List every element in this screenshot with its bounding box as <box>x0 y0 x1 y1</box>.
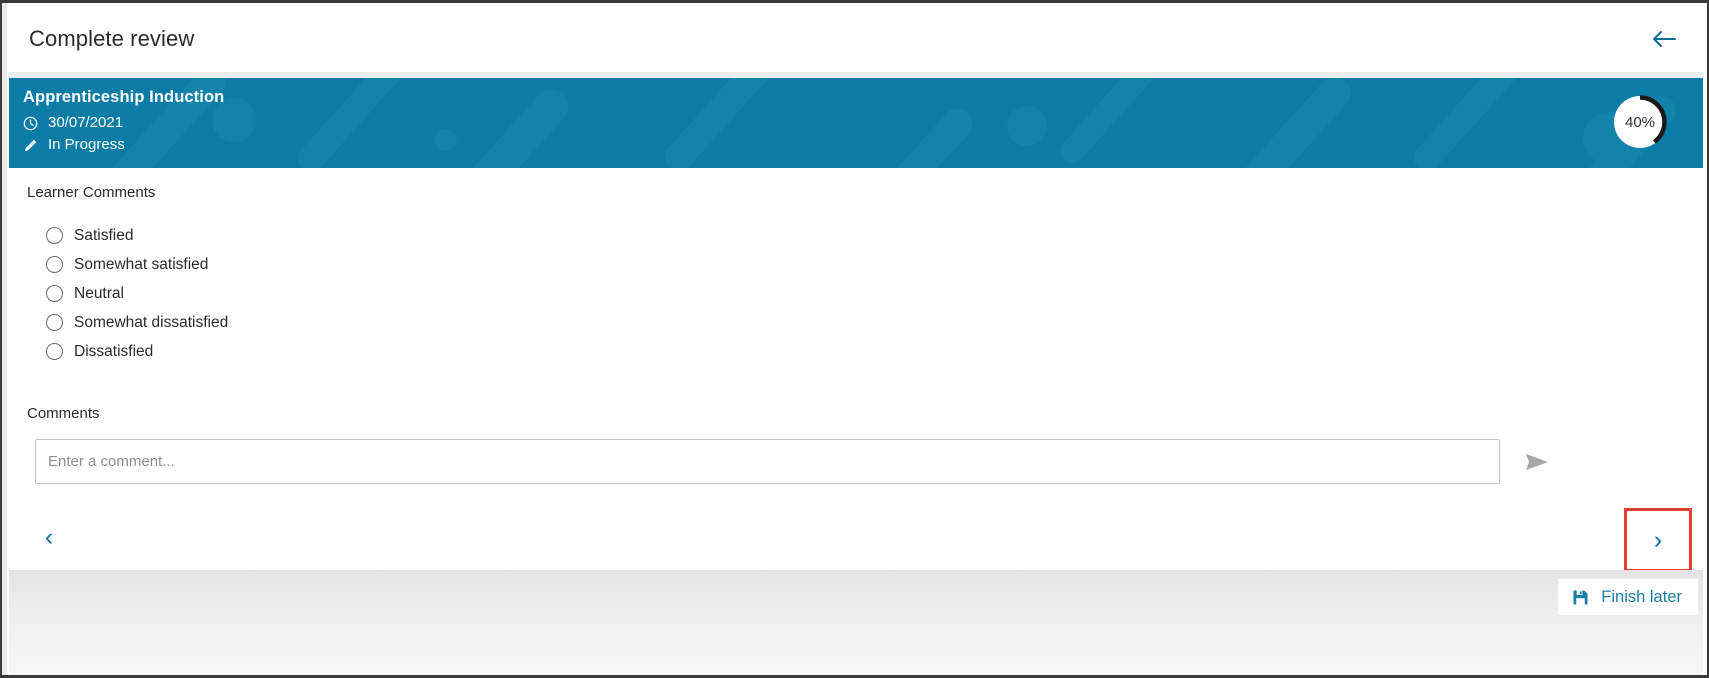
radio-option-label: Dissatisfied <box>74 342 154 360</box>
radio-option[interactable]: Dissatisfied <box>46 337 1703 366</box>
page-title: Complete review <box>29 25 195 51</box>
progress-ring: 40% <box>1612 94 1668 150</box>
radio-circle-icon[interactable] <box>46 256 63 273</box>
banner-date-row: 30/07/2021 <box>23 114 1703 133</box>
app-viewport: Complete review Apprenticeship Induction… <box>0 0 1709 678</box>
next-page-button[interactable]: › <box>1624 508 1692 572</box>
page-footer: Finish later <box>9 570 1703 675</box>
arrow-left-icon[interactable] <box>1647 22 1681 56</box>
banner-status: In Progress <box>48 135 125 153</box>
pencil-icon <box>23 138 45 153</box>
previous-page-button[interactable]: ‹ <box>35 520 63 554</box>
window-border-bottom <box>0 674 1709 678</box>
window-border-right <box>1705 0 1709 678</box>
course-banner: Apprenticeship Induction 30/07/2021 In P… <box>9 78 1703 168</box>
radio-option[interactable]: Neutral <box>46 279 1703 308</box>
learner-comments-label: Learner Comments <box>27 184 156 201</box>
satisfaction-radio-group: Satisfied Somewhat satisfied Neutral Som… <box>9 221 1703 366</box>
finish-later-label: Finish later <box>1601 587 1682 606</box>
next-page-chevron-icon: › <box>1653 525 1663 554</box>
banner-title: Apprenticeship Induction <box>23 88 225 106</box>
radio-option-label: Satisfied <box>74 226 134 244</box>
radio-option-label: Somewhat dissatisfied <box>74 313 229 331</box>
banner-content: Apprenticeship Induction 30/07/2021 In P… <box>9 78 1703 155</box>
radio-circle-icon[interactable] <box>46 314 63 331</box>
radio-circle-icon[interactable] <box>46 285 63 302</box>
clock-icon <box>23 116 45 131</box>
radio-circle-icon[interactable] <box>46 343 63 360</box>
comments-label: Comments <box>27 405 100 422</box>
review-form: Learner Comments Satisfied Somewhat sati… <box>9 168 1703 572</box>
window-border-left <box>0 0 7 678</box>
save-icon <box>1572 589 1589 606</box>
page-header: Complete review <box>9 5 1703 72</box>
radio-option[interactable]: Satisfied <box>46 221 1703 250</box>
progress-percent: 40% <box>1624 113 1656 131</box>
finish-later-button[interactable]: Finish later <box>1558 579 1698 615</box>
window-border-top <box>0 0 1709 4</box>
wizard-navigation: ‹ › <box>9 506 1703 576</box>
radio-circle-icon[interactable] <box>46 227 63 244</box>
comment-input[interactable] <box>35 439 1500 484</box>
radio-option-label: Somewhat satisfied <box>74 255 209 273</box>
banner-date: 30/07/2021 <box>48 114 124 131</box>
banner-status-row: In Progress <box>23 136 1703 155</box>
radio-option[interactable]: Somewhat dissatisfied <box>46 308 1703 337</box>
send-icon[interactable] <box>1522 447 1552 477</box>
radio-option[interactable]: Somewhat satisfied <box>46 250 1703 279</box>
comment-row <box>9 422 1703 484</box>
radio-option-label: Neutral <box>74 284 124 302</box>
